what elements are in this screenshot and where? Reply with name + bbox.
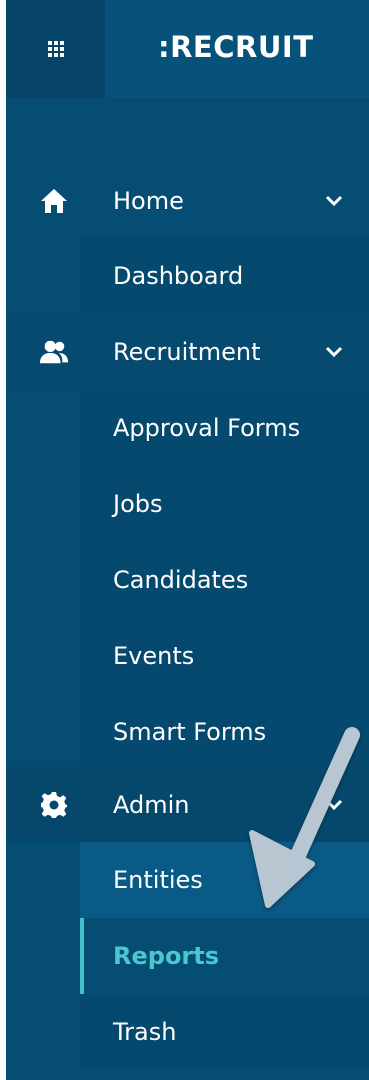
nav-subitem-label: Dashboard	[113, 262, 244, 290]
nav-subitem-label: Events	[113, 642, 195, 670]
nav-item-home[interactable]: Home	[6, 163, 369, 238]
nav-subitem-label: Smart Forms	[113, 718, 267, 746]
nav-subitem-label: Reports	[113, 942, 220, 970]
home-icon	[39, 186, 69, 216]
nav-item-label: Recruitment	[113, 337, 261, 366]
nav-subitem-label: Trash	[113, 1018, 177, 1046]
nav-subitem-entities[interactable]: Entities	[80, 842, 369, 918]
nav-subitem-label: Candidates	[113, 566, 249, 594]
nav-subitem-approval-forms[interactable]: Approval Forms	[80, 390, 369, 466]
nav-subitem-jobs[interactable]: Jobs	[80, 466, 369, 542]
nav-item-admin[interactable]: Admin	[6, 767, 369, 842]
nav-subitem-label: Entities	[113, 866, 203, 894]
nav-subitem-dashboard[interactable]: Dashboard	[80, 238, 369, 314]
app-menu-button[interactable]	[6, 0, 105, 98]
nav-subitem-smart-forms[interactable]: Smart Forms	[80, 694, 369, 770]
chevron-down-icon[interactable]	[322, 189, 346, 213]
grid-icon	[47, 41, 64, 57]
nav-subitem-events[interactable]: Events	[80, 618, 369, 694]
nav-subitem-candidates[interactable]: Candidates	[80, 542, 369, 618]
sidebar: :RECRUIT Home Dashboard Recruitment Appr…	[6, 0, 369, 1080]
chevron-down-icon[interactable]	[322, 793, 346, 817]
nav-item-label: Admin	[113, 790, 190, 819]
nav-item-label: Home	[113, 186, 184, 215]
chevron-down-icon[interactable]	[322, 340, 346, 364]
nav-subitem-label: Approval Forms	[113, 414, 301, 442]
brand-logo: :RECRUIT	[158, 30, 314, 64]
nav-item-recruitment[interactable]: Recruitment	[6, 314, 369, 389]
nav-subitem-trash[interactable]: Trash	[80, 994, 369, 1070]
top-bar: :RECRUIT	[6, 0, 369, 99]
people-icon	[39, 337, 69, 367]
nav-subitem-reports[interactable]: Reports	[80, 918, 369, 994]
nav-subitem-label: Jobs	[113, 490, 163, 518]
gear-icon	[39, 790, 69, 820]
